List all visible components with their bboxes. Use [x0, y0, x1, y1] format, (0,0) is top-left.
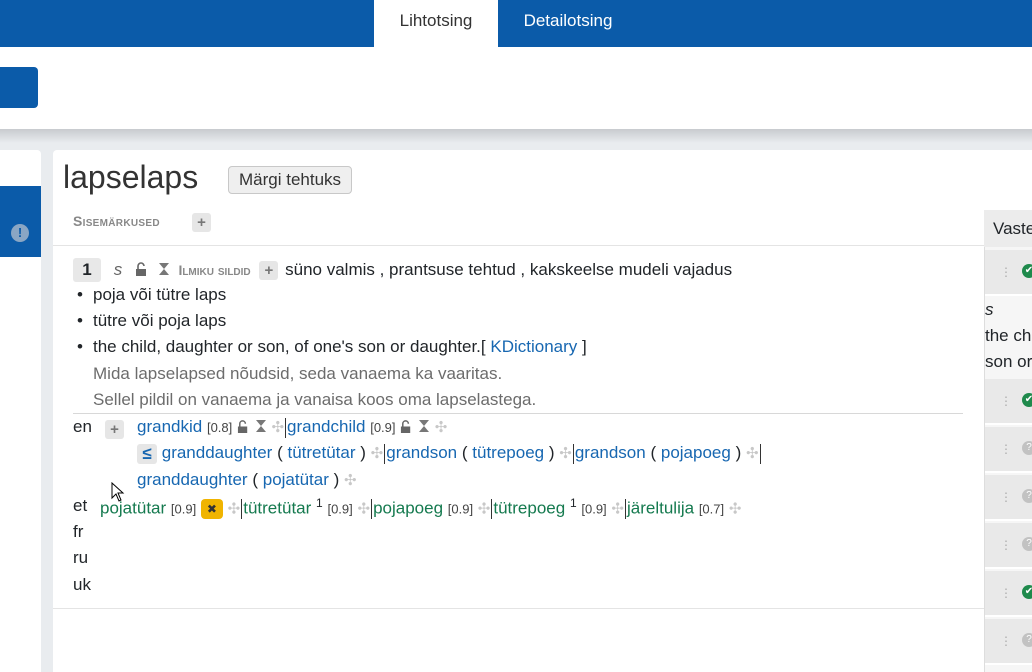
synonym-link[interactable]: järeltulija — [627, 499, 694, 518]
list-item[interactable]: ⋮ ✔ — [985, 571, 1032, 617]
tab-detail-search[interactable]: Detailotsing — [498, 0, 638, 47]
synonym-link[interactable]: pojatütar — [100, 499, 166, 518]
add-tag-plus-icon[interactable]: + — [259, 260, 279, 280]
right-panel-text: the ch — [985, 326, 1032, 345]
notes-label: Sisemärkused — [73, 213, 160, 229]
translation-row-et: pojatütar [0.9] ✖ ✣ tütretütar 1 [0.9] ✣ p… — [100, 496, 742, 520]
divider — [0, 129, 1032, 143]
synonym-link[interactable]: pojapoeg — [373, 499, 443, 518]
drag-icon[interactable]: ⋮ — [1000, 490, 1012, 504]
divider — [53, 245, 984, 246]
list-item[interactable]: ⋮? — [985, 427, 1032, 473]
tags-label: Ilmiku sildid — [178, 262, 251, 278]
question-circle-icon: ? — [1022, 489, 1032, 503]
move-icon[interactable]: ✣ — [271, 419, 284, 436]
list-item[interactable]: ⋮ ✔ — [985, 379, 1032, 425]
definition-item: • the child, daughter or son, of one's so… — [77, 337, 587, 356]
close-icon[interactable]: ✖ — [200, 499, 223, 520]
check-circle-icon: ✔ — [1022, 393, 1032, 407]
synonym-link[interactable]: tütrepoeg — [493, 499, 565, 518]
move-icon[interactable]: ✣ — [228, 501, 241, 518]
definition-item: • tütre või poja laps — [77, 311, 227, 330]
parent-word-link[interactable]: tütretütar — [287, 443, 355, 462]
check-circle-icon: ✔ — [1022, 264, 1032, 278]
parent-word-link[interactable]: tütrepoeg — [472, 443, 544, 462]
tags-text: süno valmis , prantsuse tehtud , kakskee… — [285, 260, 733, 279]
unlock-icon[interactable] — [400, 419, 413, 436]
drag-icon[interactable]: ⋮ — [1000, 586, 1012, 600]
translation-link[interactable]: granddaughter — [162, 443, 273, 462]
translation-link[interactable]: grandson — [386, 443, 457, 462]
lang-label-en: en — [73, 417, 92, 436]
question-circle-icon: ? — [1022, 441, 1032, 455]
selected-result[interactable] — [0, 186, 41, 257]
usage-example: Sellel pildil on vanaema ja vanaisa koos… — [93, 390, 537, 409]
tab-simple-search[interactable]: Lihtotsing — [374, 0, 498, 47]
cursor-icon — [111, 481, 125, 507]
register-label: s — [113, 260, 123, 279]
list-item[interactable]: ⋮? — [985, 475, 1032, 521]
synonym-link[interactable]: tütretütar — [243, 499, 311, 518]
move-icon[interactable]: ✣ — [357, 501, 370, 518]
warning-icon: ! — [11, 224, 29, 242]
meaning-number: 1 — [73, 258, 101, 282]
question-circle-icon: ? — [1022, 633, 1032, 647]
translation-link[interactable]: grandkid — [137, 417, 202, 436]
unlock-icon[interactable] — [237, 419, 250, 436]
lang-label-ru: ru — [73, 548, 89, 567]
hourglass-icon[interactable] — [255, 419, 267, 436]
lang-label-et: et — [73, 496, 88, 515]
move-icon[interactable]: ✣ — [729, 501, 742, 518]
drag-icon[interactable]: ⋮ — [1000, 394, 1012, 408]
unlock-icon[interactable] — [135, 261, 149, 279]
hourglass-icon[interactable] — [158, 262, 170, 279]
translation-row-en: ≤ granddaughter ( tütretütar ) ✣ grandson… — [137, 443, 762, 464]
definition-item: • poja või tütre laps — [77, 285, 227, 304]
right-panel-text: s — [985, 300, 994, 319]
translation-link[interactable]: grandson — [575, 443, 646, 462]
source-link[interactable]: KDictionary — [490, 337, 577, 356]
list-item[interactable]: ⋮? — [985, 523, 1032, 569]
translation-row-en: granddaughter ( pojatütar ) ✣ — [137, 470, 357, 489]
move-icon[interactable]: ✣ — [611, 501, 624, 518]
lang-label-fr: fr — [73, 522, 84, 541]
translation-link[interactable]: granddaughter — [137, 470, 248, 489]
right-panel-text: son or — [985, 352, 1032, 371]
translation-link[interactable]: grandchild — [287, 417, 365, 436]
move-icon[interactable]: ✣ — [746, 445, 759, 462]
right-panel-header: Vaste — [984, 210, 1032, 247]
drag-icon[interactable]: ⋮ — [1000, 442, 1012, 456]
move-icon[interactable]: ✣ — [478, 501, 491, 518]
lang-label-uk: uk — [73, 575, 91, 594]
add-note-plus-icon[interactable]: + — [192, 213, 211, 232]
move-icon[interactable]: ✣ — [559, 445, 572, 462]
list-item[interactable]: ⋮ ✔ — [985, 250, 1032, 296]
check-circle-icon: ✔ — [1022, 585, 1032, 599]
drag-icon[interactable]: ⋮ — [1000, 538, 1012, 552]
divider — [53, 608, 984, 609]
meaning-header: 1 s Ilmiku sildid + süno valmis , prants… — [73, 258, 732, 282]
drag-icon[interactable]: ⋮ — [1000, 265, 1012, 279]
parent-word-link[interactable]: pojapoeg — [661, 443, 731, 462]
question-circle-icon: ? — [1022, 537, 1032, 551]
hourglass-icon[interactable] — [418, 419, 430, 436]
usage-example: Mida lapselapsed nõudsid, seda vanaema k… — [93, 364, 503, 383]
move-icon[interactable]: ✣ — [435, 419, 448, 436]
mark-done-button[interactable]: Märgi tehtuks — [228, 166, 353, 194]
drag-icon[interactable]: ⋮ — [1000, 634, 1012, 648]
divider — [73, 413, 963, 414]
less-equal-badge[interactable]: ≤ — [137, 443, 157, 464]
word-title: lapselaps — [63, 159, 199, 195]
search-button[interactable] — [0, 67, 38, 108]
translation-row-en: grandkid [0.8] ✣ grandchild [0.9] ✣ — [137, 417, 448, 438]
parent-word-link[interactable]: pojatütar — [263, 470, 329, 489]
move-icon[interactable]: ✣ — [344, 472, 357, 489]
search-bar — [0, 47, 1032, 129]
list-item[interactable]: ⋮? — [985, 619, 1032, 665]
add-translation-plus-icon[interactable]: + — [105, 420, 124, 439]
move-icon[interactable]: ✣ — [371, 445, 384, 462]
